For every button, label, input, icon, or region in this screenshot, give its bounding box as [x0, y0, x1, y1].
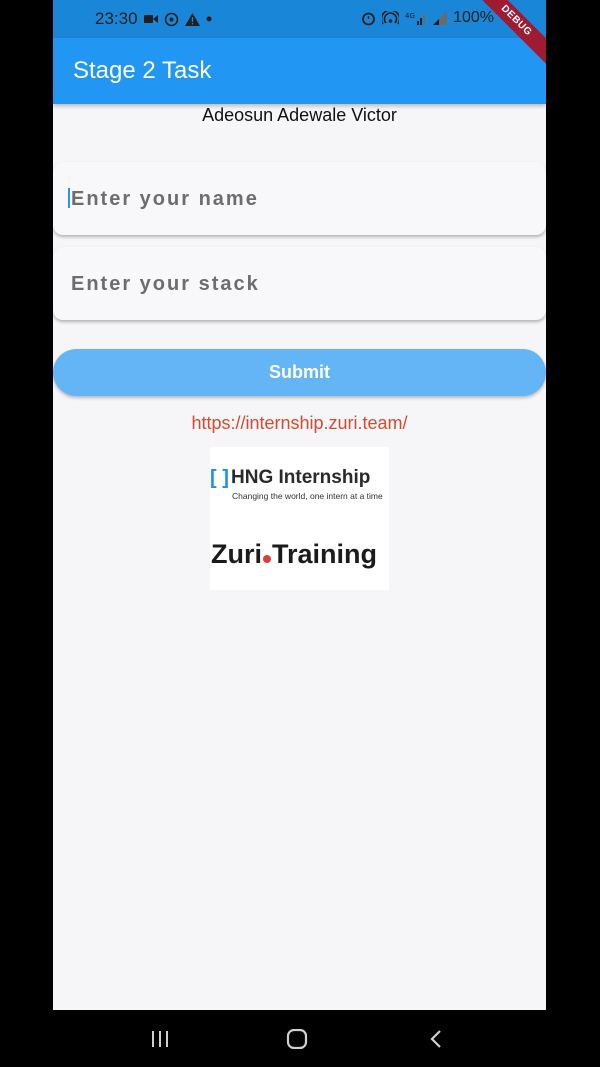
svg-text:4G: 4G — [405, 12, 415, 20]
back-icon[interactable] — [416, 1010, 456, 1067]
recent-apps-icon[interactable] — [140, 1010, 180, 1067]
status-right: 4G 100% — [361, 9, 494, 27]
name-input[interactable] — [69, 162, 533, 237]
stack-field-card — [53, 247, 546, 322]
4g-signal-icon: 4G — [405, 11, 427, 26]
video-camera-icon — [143, 14, 158, 24]
signal-icon — [433, 11, 448, 25]
zuri-logo-left: Zuri — [211, 539, 262, 569]
battery-percentage: 100% — [453, 9, 494, 26]
system-nav-bar — [0, 1010, 600, 1067]
logos-image: [ ] HNG Internship Changing the world, o… — [210, 447, 389, 590]
warning-icon — [184, 12, 200, 26]
alarm-icon — [361, 11, 376, 26]
status-left: 23:30 — [95, 9, 212, 29]
hotspot-icon — [382, 10, 400, 26]
status-bar: 23:30 4G 100% — [53, 0, 546, 38]
zuri-training-logo: Zuri Training — [211, 539, 377, 570]
app-bar: Stage 2 Task — [53, 38, 546, 104]
zuri-link[interactable]: https://internship.zuri.team/ — [53, 413, 546, 434]
stack-input[interactable] — [69, 247, 533, 322]
zuri-logo-right: Training — [272, 539, 378, 569]
app-bar-title: Stage 2 Task — [73, 57, 212, 84]
status-time: 23:30 — [95, 9, 138, 28]
author-name: Adeosun Adewale Victor — [202, 105, 397, 125]
name-field-card — [53, 162, 546, 237]
zuri-dot-icon — [263, 555, 271, 563]
hng-logo-tagline: Changing the world, one intern at a time — [232, 491, 383, 501]
dot-icon — [206, 16, 212, 22]
app-screen: 23:30 4G 100% DEBUG Stage 2 Task Adeosun… — [53, 0, 546, 1067]
text-cursor — [68, 188, 70, 208]
submit-button[interactable]: Submit — [53, 349, 546, 396]
home-icon[interactable] — [277, 1010, 317, 1067]
whatsapp-icon — [164, 12, 179, 27]
hng-bracket-icon: [ ] — [210, 467, 229, 489]
hng-logo-title: HNG Internship — [231, 467, 371, 488]
